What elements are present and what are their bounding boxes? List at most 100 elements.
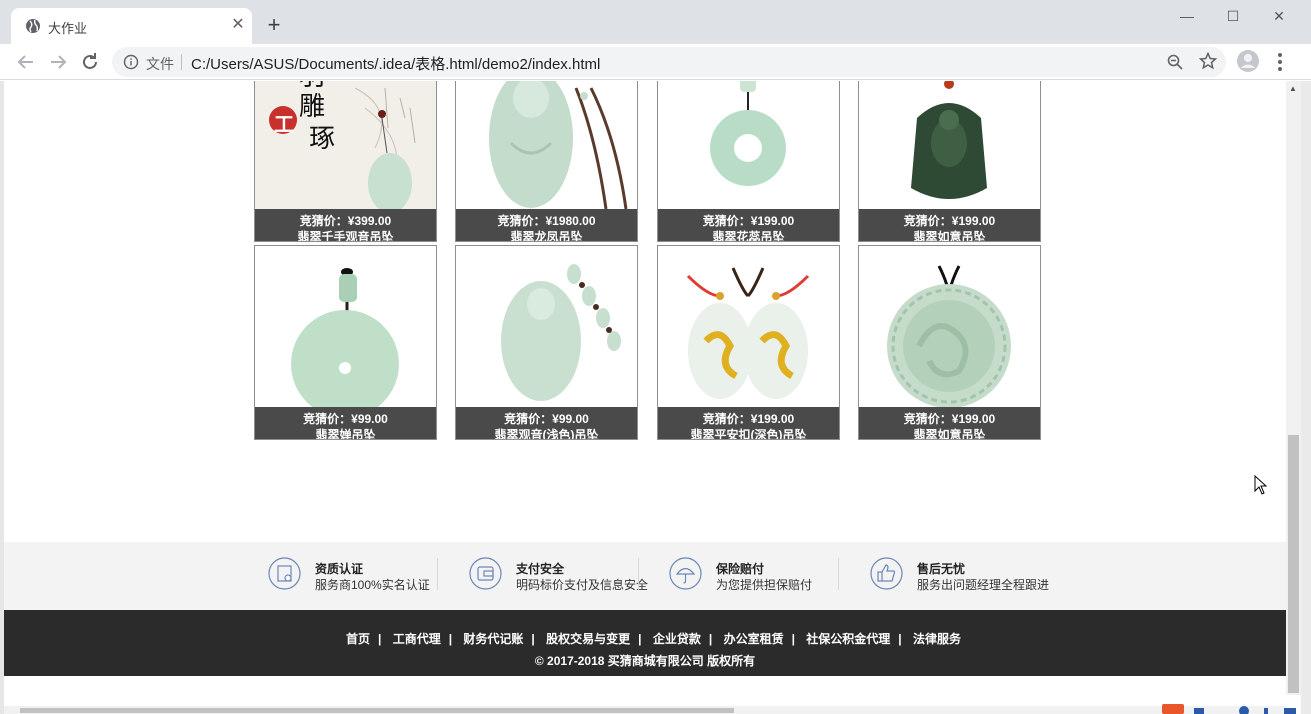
vertical-scroll-thumb[interactable]: [1288, 435, 1299, 693]
feature-desc: 服务商100%实名认证: [315, 578, 430, 592]
feature-divider: [838, 558, 839, 590]
product-image: [456, 81, 637, 209]
features-strip: 资质认证 服务商100%实名认证 支付安全 明码标价支付及信息安全 保险赔付 为…: [4, 542, 1286, 610]
feature-title: 保险赔付: [716, 562, 765, 576]
product-price: 竞猜价：¥1980.00: [497, 214, 596, 228]
product-card[interactable]: 竞猜价：¥199.00 翡翠如意吊坠: [858, 81, 1041, 242]
footer-separator: |: [898, 632, 902, 646]
product-caption: 竞猜价：¥99.00 翡翠观音(浅色)吊坠: [456, 407, 637, 440]
footer-separator: |: [377, 632, 382, 646]
copyright-text: © 2017-2018 买猜商城有限公司 版权所有: [534, 654, 756, 668]
feature-divider: [638, 558, 639, 590]
product-card[interactable]: 竞猜价：¥1980.00 翡翠龙凤吊坠: [455, 81, 638, 242]
footer-separator: |: [531, 632, 535, 646]
product-image: [859, 81, 1040, 209]
footer-link-equity[interactable]: 股权交易与变更: [546, 632, 630, 646]
product-card[interactable]: 竞猜价：¥199.00 翡翠如意吊坠: [858, 245, 1041, 440]
product-caption: 竞猜价：¥99.00 翡翠婵吊坠: [255, 407, 436, 440]
product-image: [658, 246, 839, 407]
product-price: 竞猜价：¥99.00: [504, 412, 589, 426]
footer-nav: 首页 | 工商代理 | 财务代记账 | 股权交易与变更 | 企业贷款 | 办公室租赁 | 社…: [4, 630, 1286, 647]
tab-strip: 大作业 ✕ + — ☐ ✕: [0, 0, 1311, 44]
footer-link-bookkeeping[interactable]: 财务代记账: [463, 632, 523, 646]
product-price: 竞猜价：¥199.00: [903, 214, 996, 228]
thumbs-up-icon: [870, 557, 903, 590]
new-tab-button[interactable]: +: [262, 14, 286, 38]
footer-link-office-rental[interactable]: 办公室租赁: [724, 632, 784, 646]
back-arrow-icon[interactable]: [14, 50, 38, 74]
footer-link-social-security[interactable]: 社保公积金代理: [806, 632, 890, 646]
horizontal-scrollbar[interactable]: [4, 706, 1286, 714]
footer-separator: |: [791, 632, 795, 646]
product-name: 翡翠平安扣(深色)吊坠: [690, 428, 807, 440]
product-card[interactable]: 竞猜价：¥99.00 翡翠婵吊坠: [254, 245, 437, 440]
product-image: [859, 246, 1040, 407]
product-price: 竞猜价：¥199.00: [903, 412, 996, 426]
product-image: [456, 246, 637, 407]
footer-link-legal[interactable]: 法律服务: [913, 632, 961, 646]
footer-link-business-agency[interactable]: 工商代理: [393, 632, 441, 646]
product-name: 翡翠花蕊吊坠: [712, 230, 785, 242]
page-viewport: 羽 雕 工 琢 竞猜价：¥399.00 翡翠千手观音吊坠 竞猜价：¥1980.0…: [4, 81, 1286, 714]
product-card[interactable]: 竞猜价：¥199.00 翡翠花蕊吊坠: [657, 81, 840, 242]
product-caption: 竞猜价：¥199.00 翡翠如意吊坠: [859, 209, 1040, 242]
minimize-button[interactable]: —: [1164, 4, 1210, 28]
product-price: 竞猜价：¥199.00: [702, 214, 795, 228]
browser-tab[interactable]: 大作业 ✕: [11, 8, 252, 44]
omnibox-divider: [181, 54, 182, 70]
bookmark-star-icon[interactable]: [1199, 52, 1217, 70]
product-price: 竞猜价：¥199.00: [702, 412, 795, 426]
tab-close-icon[interactable]: ✕: [229, 16, 247, 34]
close-window-button[interactable]: ✕: [1256, 4, 1302, 28]
feature-divider: [437, 558, 438, 590]
scroll-up-arrow-icon[interactable]: ▲: [1289, 84, 1297, 93]
feature-title: 售后无忧: [917, 562, 966, 576]
zoom-icon[interactable]: [1167, 54, 1183, 70]
product-card[interactable]: 竞猜价：¥99.00 翡翠观音(浅色)吊坠: [455, 245, 638, 440]
maximize-button[interactable]: ☐: [1210, 4, 1256, 28]
product-image: [255, 81, 436, 209]
vertical-scrollbar[interactable]: ▲: [1286, 81, 1301, 695]
horizontal-scroll-thumb[interactable]: [20, 708, 734, 713]
product-caption: 竞猜价：¥199.00 翡翠平安扣(深色)吊坠: [658, 407, 839, 440]
info-icon[interactable]: [123, 54, 139, 70]
product-caption: 竞猜价：¥1980.00 翡翠龙凤吊坠: [456, 209, 637, 242]
browser-toolbar: 文件 C:/Users/ASUS/Documents/.idea/表格.html…: [0, 44, 1311, 80]
address-bar[interactable]: 文件 C:/Users/ASUS/Documents/.idea/表格.html…: [112, 47, 1226, 77]
product-name: 翡翠龙凤吊坠: [510, 230, 583, 242]
forward-arrow-icon[interactable]: [46, 50, 70, 74]
footer-separator: |: [708, 632, 713, 646]
brand-char: 琢: [309, 124, 336, 154]
product-caption: 竞猜价：¥399.00 翡翠千手观音吊坠: [255, 209, 436, 241]
product-image: [255, 246, 436, 407]
product-caption: 竞猜价：¥199.00 翡翠花蕊吊坠: [658, 209, 839, 242]
profile-avatar-icon[interactable]: [1236, 49, 1260, 73]
url-text[interactable]: C:/Users/ASUS/Documents/.idea/表格.html/de…: [191, 53, 600, 74]
brand-seal-char: 工: [274, 112, 294, 136]
reload-icon[interactable]: [78, 50, 102, 74]
product-name: 翡翠如意吊坠: [913, 428, 986, 440]
product-card[interactable]: 羽 雕 工 琢 竞猜价：¥399.00 翡翠千手观音吊坠: [254, 81, 437, 242]
product-name: 翡翠如意吊坠: [913, 230, 986, 242]
tab-title: 大作业: [48, 21, 88, 36]
system-tray-icons: [1162, 704, 1296, 714]
kebab-menu-icon[interactable]: [1270, 50, 1290, 74]
footer-separator: |: [638, 632, 642, 646]
footer-link-home[interactable]: 首页: [346, 632, 370, 646]
footer-separator: |: [448, 632, 453, 646]
umbrella-icon: [669, 557, 702, 590]
wallet-icon: [469, 557, 502, 590]
certificate-icon: [268, 557, 301, 590]
globe-icon: [26, 19, 40, 33]
product-price: 竞猜价：¥99.00: [303, 412, 388, 426]
feature-desc: 服务出问题经理全程跟进: [917, 578, 1050, 592]
product-card[interactable]: 竞猜价：¥199.00 翡翠平安扣(深色)吊坠: [657, 245, 840, 440]
feature-title: 支付安全: [516, 562, 565, 576]
product-image: [658, 81, 839, 209]
product-caption: 竞猜价：¥199.00 翡翠如意吊坠: [859, 407, 1040, 440]
scheme-label: 文件: [146, 56, 174, 72]
footer-link-loans[interactable]: 企业贷款: [653, 632, 701, 646]
product-name: 翡翠观音(浅色)吊坠: [494, 428, 599, 440]
feature-desc: 为您提供担保赔付: [716, 578, 813, 592]
product-name: 翡翠婵吊坠: [315, 428, 376, 440]
